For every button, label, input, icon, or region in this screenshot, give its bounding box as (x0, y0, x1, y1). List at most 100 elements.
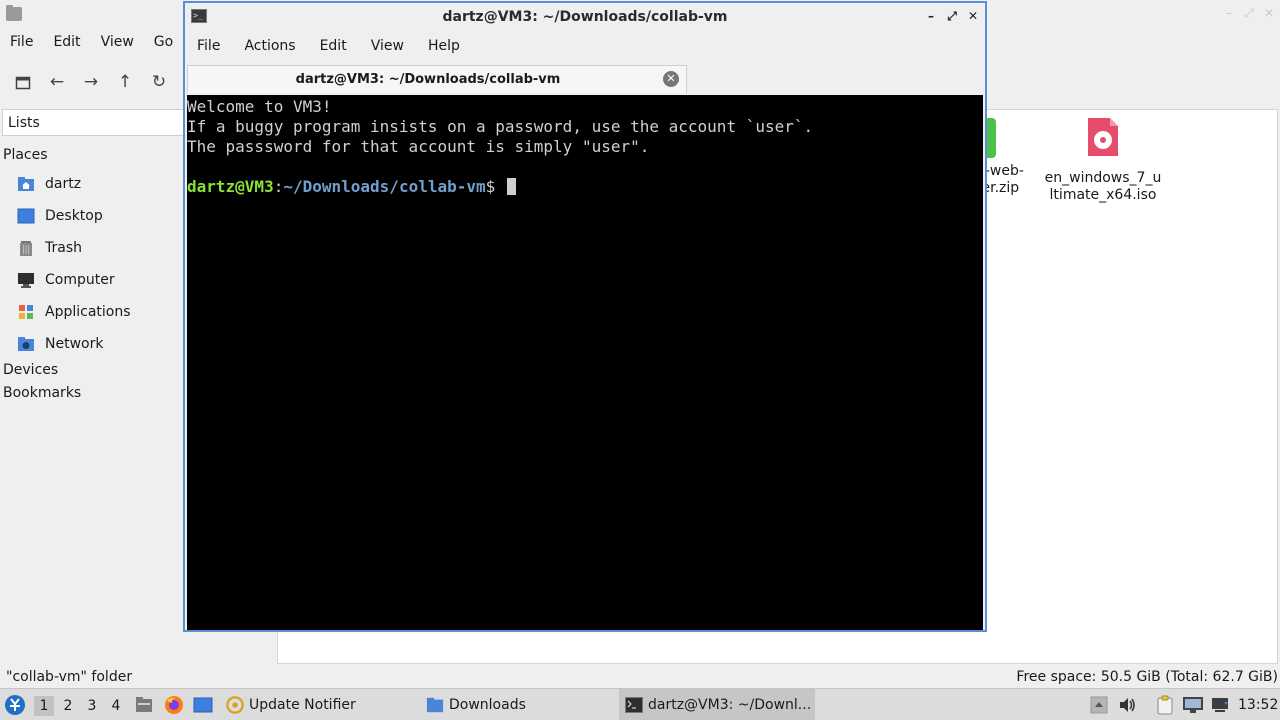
disc-image-icon (1042, 116, 1164, 160)
fm-toolbar: ← → ↑ ↻ (0, 66, 176, 98)
volume-icon (1120, 698, 1135, 712)
terminal-output-line: If a buggy program insists on a password… (187, 117, 814, 136)
sidebar-item-applications[interactable]: Applications (17, 301, 131, 323)
sidebar-item-label: Network (45, 336, 104, 352)
fm-menu-view[interactable]: View (91, 30, 144, 56)
status-free-space: Free space: 50.5 GiB (Total: 62.7 GiB) (1016, 669, 1278, 685)
file-name-line: en_windows_7_u (1044, 170, 1162, 186)
taskbar: 1 2 3 4 Update Notifier Downloads dartz@… (0, 688, 1280, 720)
firefox-launcher[interactable] (164, 689, 184, 720)
computer-icon (17, 272, 35, 288)
tray-expand-icon (1090, 696, 1108, 714)
prompt-path: ~/Downloads/collab-vm (283, 177, 486, 196)
fm-menu-file[interactable]: File (0, 30, 43, 56)
window-title: dartz@VM3: ~/Downloads/collab-vm (442, 9, 728, 25)
file-name-line: ltimate_x64.iso (1049, 187, 1157, 203)
workspace-2[interactable]: 2 (58, 696, 78, 716)
term-menu-help[interactable]: Help (416, 35, 472, 59)
status-selection: "collab-vm" folder (6, 669, 133, 685)
file-item[interactable]: en_windows_7_u ltimate_x64.iso (1042, 116, 1164, 204)
clipboard-button[interactable] (1155, 689, 1175, 720)
sidebar-item-label: Trash (45, 240, 82, 256)
term-menu-view[interactable]: View (359, 35, 416, 59)
sidebar-item-dartz[interactable]: dartz (17, 173, 81, 195)
sidebar-item-label: Computer (45, 272, 115, 288)
update-notifier-icon (226, 696, 244, 714)
forward-arrow-icon[interactable]: → (74, 66, 108, 98)
clock[interactable]: 13:52 (1238, 689, 1278, 720)
clipboard-icon (1157, 695, 1173, 715)
sidebar-item-trash[interactable]: Trash (17, 237, 82, 259)
network-status-icon (1212, 698, 1228, 712)
firefox-icon (165, 696, 183, 714)
terminal-icon (625, 697, 643, 713)
tray-expand-button[interactable] (1089, 689, 1109, 720)
reload-icon[interactable]: ↻ (142, 66, 176, 98)
file-manager-icon (136, 697, 152, 712)
terminal-screen[interactable]: Welcome to VM3! If a buggy program insis… (187, 95, 983, 630)
fm-menubar: File Edit View Go (0, 30, 183, 56)
task-label: Update Notifier (249, 697, 356, 713)
terminal-window[interactable]: >_ dartz@VM3: ~/Downloads/collab-vm – ⤢ … (183, 1, 987, 632)
term-menu-file[interactable]: File (185, 35, 232, 59)
terminal-output-line: The passsword for that account is simply… (187, 137, 650, 156)
prompt-symbol: $ (485, 177, 505, 196)
fm-menu-go[interactable]: Go (144, 30, 183, 56)
side-pane-mode-combo[interactable]: Lists (2, 109, 184, 136)
start-menu-icon (5, 695, 25, 715)
file-manager-launcher[interactable] (135, 689, 153, 720)
applications-icon (17, 304, 35, 320)
terminal-tabbar: dartz@VM3: ~/Downloads/collab-vm ✕ (187, 63, 983, 93)
terminal-menubar: File Actions Edit View Help (185, 35, 472, 59)
devices-heading[interactable]: Devices (3, 362, 58, 378)
network-icon (17, 336, 35, 352)
new-tab-icon[interactable] (6, 66, 40, 98)
volume-button[interactable] (1117, 689, 1137, 720)
monitor-icon (1183, 697, 1203, 713)
task-update-notifier[interactable]: Update Notifier (223, 689, 419, 720)
term-menu-actions[interactable]: Actions (232, 35, 307, 59)
up-arrow-icon[interactable]: ↑ (108, 66, 142, 98)
task-downloads[interactable]: Downloads (421, 689, 617, 720)
desktop-launcher[interactable] (193, 689, 213, 720)
desktop-icon (17, 208, 35, 224)
term-menu-edit[interactable]: Edit (308, 35, 359, 59)
terminal-titlebar[interactable]: >_ dartz@VM3: ~/Downloads/collab-vm – ⤢ … (185, 3, 985, 31)
sidebar-item-network[interactable]: Network (17, 333, 103, 355)
minimize-icon[interactable]: – (1222, 6, 1236, 20)
prompt-separator: : (273, 177, 284, 196)
bookmarks-heading[interactable]: Bookmarks (3, 385, 81, 401)
task-label: dartz@VM3: ~/Downl... (648, 697, 812, 713)
places-heading[interactable]: Places (3, 147, 48, 163)
workspace-3[interactable]: 3 (82, 696, 102, 716)
fm-menu-edit[interactable]: Edit (43, 30, 90, 56)
sidebar-item-label: Desktop (45, 208, 103, 224)
trash-icon (17, 240, 35, 256)
prompt-user: dartz@VM3 (187, 177, 274, 196)
text-cursor (506, 178, 516, 195)
terminal-output-line: Welcome to VM3! (187, 97, 332, 116)
sidebar-item-desktop[interactable]: Desktop (17, 205, 103, 227)
network-status-button[interactable] (1210, 689, 1230, 720)
close-icon[interactable]: ✕ (1262, 6, 1276, 20)
task-label: Downloads (449, 697, 526, 713)
close-icon[interactable]: ✕ (966, 9, 980, 23)
sidebar-item-label: dartz (45, 176, 82, 192)
maximize-icon[interactable]: ⤢ (945, 9, 959, 23)
start-menu-button[interactable] (4, 689, 26, 720)
task-terminal[interactable]: dartz@VM3: ~/Downl... (619, 689, 815, 720)
sidebar-item-computer[interactable]: Computer (17, 269, 115, 291)
maximize-icon[interactable]: ⤢ (1242, 6, 1256, 20)
terminal-tab[interactable]: dartz@VM3: ~/Downloads/collab-vm ✕ (187, 65, 687, 93)
close-tab-icon[interactable]: ✕ (663, 71, 679, 87)
show-desktop-icon (193, 697, 213, 713)
folder-icon (426, 697, 444, 713)
workspace-1[interactable]: 1 (34, 696, 54, 716)
display-button[interactable] (1182, 689, 1204, 720)
back-arrow-icon[interactable]: ← (40, 66, 74, 98)
minimize-icon[interactable]: – (924, 9, 938, 23)
workspace-4[interactable]: 4 (106, 696, 126, 716)
terminal-prompt-line: dartz@VM3:~/Downloads/collab-vm$ (187, 177, 983, 197)
sidebar-item-label: Applications (45, 304, 131, 320)
